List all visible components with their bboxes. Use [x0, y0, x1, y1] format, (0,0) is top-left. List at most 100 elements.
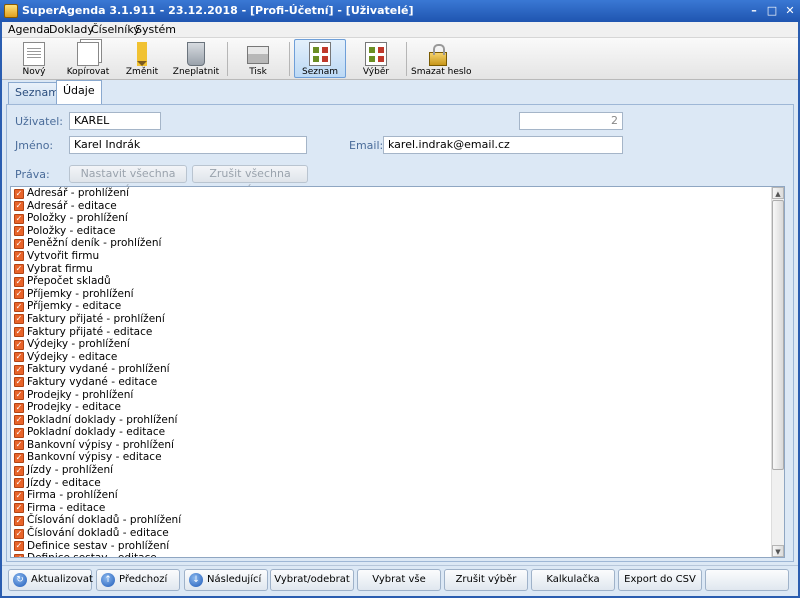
- checkbox-checked-icon[interactable]: ✓: [14, 528, 24, 539]
- rights-list-item[interactable]: ✓ Bankovní výpisy - prohlížení: [11, 439, 770, 452]
- checkbox-checked-icon[interactable]: ✓: [14, 352, 24, 363]
- rights-list-item[interactable]: ✓ Příjemky - editace: [11, 300, 770, 313]
- calculator-button[interactable]: Kalkulačka: [531, 569, 615, 591]
- checkbox-checked-icon[interactable]: ✓: [14, 503, 24, 514]
- checkbox-checked-icon[interactable]: ✓: [14, 364, 24, 375]
- checkbox-checked-icon[interactable]: ✓: [14, 327, 24, 338]
- checkbox-checked-icon[interactable]: ✓: [14, 440, 24, 451]
- rights-list-item[interactable]: ✓Definice sestav - editace: [11, 552, 770, 557]
- tab-details[interactable]: Údaje: [56, 80, 102, 104]
- export-csv-button[interactable]: Export do CSV: [618, 569, 702, 591]
- rights-list-item[interactable]: ✓ Prodejky - prohlížení: [11, 389, 770, 402]
- email-input[interactable]: karel.indrak@email.cz: [383, 136, 623, 154]
- clear-selection-button[interactable]: Zrušit výběr: [444, 569, 528, 591]
- rights-list-item[interactable]: ✓ Faktury vydané - editace: [11, 376, 770, 389]
- checkbox-checked-icon[interactable]: ✓: [14, 390, 24, 400]
- edit-button[interactable]: Změnit: [116, 39, 168, 78]
- checkbox-checked-icon[interactable]: ✓: [14, 264, 24, 275]
- checkbox-checked-icon[interactable]: ✓: [14, 377, 24, 388]
- rights-list-item[interactable]: ✓ Definice sestav - prohlížení: [11, 540, 770, 553]
- user-input[interactable]: KAREL: [69, 112, 161, 130]
- checkbox-checked-icon[interactable]: ✓: [14, 276, 24, 287]
- checkbox-checked-icon[interactable]: ✓: [14, 478, 24, 489]
- rights-list-item[interactable]: ✓ Peněžní deník - prohlížení: [11, 237, 770, 250]
- invalidate-button[interactable]: Zneplatnit: [170, 39, 222, 78]
- checkbox-checked-icon[interactable]: ✓: [14, 515, 24, 526]
- rights-list-item[interactable]: ✓ Položky - editace: [11, 225, 770, 238]
- clear-all-rights-button[interactable]: Zrušit všechna práva: [192, 165, 308, 196]
- checkbox-checked-icon[interactable]: ✓: [14, 238, 24, 249]
- rights-list-item[interactable]: ✓ Bankovní výpisy - editace: [11, 451, 770, 464]
- checkbox-checked-icon[interactable]: ✓: [14, 213, 24, 224]
- rights-list-item[interactable]: ✓ Firma - editace: [11, 502, 770, 515]
- empty-button[interactable]: [705, 569, 789, 591]
- previous-button[interactable]: ↑ Předchozí: [96, 569, 180, 591]
- maximize-icon[interactable]: □: [764, 4, 780, 18]
- menu-agenda[interactable]: Agenda: [8, 23, 50, 36]
- rights-list-item[interactable]: ✓ Jízdy - prohlížení: [11, 464, 770, 477]
- rights-item-label: Definice sestav - prohlížení: [27, 539, 170, 552]
- select-all-button[interactable]: Vybrat vše: [357, 569, 441, 591]
- checkbox-checked-icon[interactable]: ✓: [14, 541, 24, 552]
- checkbox-checked-icon[interactable]: ✓: [14, 289, 24, 300]
- rights-list-item[interactable]: ✓ Výdejky - editace: [11, 351, 770, 364]
- checkbox-checked-icon[interactable]: ✓: [14, 201, 24, 212]
- rights-list-item[interactable]: ✓ Číslování dokladů - editace: [11, 527, 770, 540]
- rights-list-item[interactable]: ✓ Pokladní doklady - editace: [11, 426, 770, 439]
- set-all-rights-button[interactable]: Nastavit všechna práva: [69, 165, 187, 196]
- rights-list-item[interactable]: ✓ Výdejky - prohlížení: [11, 338, 770, 351]
- checkbox-checked-icon[interactable]: ✓: [14, 339, 24, 350]
- checkbox-checked-icon[interactable]: ✓: [14, 188, 24, 199]
- checkbox-checked-icon[interactable]: ✓: [14, 251, 24, 262]
- scroll-thumb[interactable]: [772, 200, 784, 470]
- rights-list-item[interactable]: ✓ Vytvořit firmu: [11, 250, 770, 263]
- checkbox-checked-icon[interactable]: ✓: [14, 490, 24, 501]
- rights-item-label: Pokladní doklady - prohlížení: [27, 413, 178, 426]
- toggle-select-button[interactable]: Vybrat/odebrat: [270, 569, 354, 591]
- checkbox-checked-icon[interactable]: ✓: [14, 452, 24, 463]
- close-icon[interactable]: ✕: [782, 4, 798, 18]
- rights-list-item[interactable]: ✓ Prodejky - editace: [11, 401, 770, 414]
- new-button[interactable]: Nový: [8, 39, 60, 78]
- menu-ciselniky[interactable]: Číselníky: [91, 23, 140, 36]
- checkbox-checked-icon[interactable]: ✓: [14, 301, 24, 312]
- rights-list-item[interactable]: ✓ Vybrat firmu: [11, 263, 770, 276]
- rights-item-label: Pokladní doklady - editace: [27, 426, 166, 439]
- rights-list-item[interactable]: ✓ Pokladní doklady - prohlížení: [11, 414, 770, 427]
- rights-list-item[interactable]: ✓ Faktury přijaté - editace: [11, 326, 770, 339]
- rights-list-item[interactable]: ✓ Adresář - prohlížení: [11, 187, 770, 200]
- vertical-scrollbar[interactable]: ▲ ▼: [771, 187, 784, 557]
- arrow-up-icon: ↑: [101, 573, 115, 587]
- checkbox-checked-icon[interactable]: ✓: [14, 415, 24, 426]
- menu-doklady[interactable]: Doklady: [49, 23, 94, 36]
- rights-list-item[interactable]: ✓ Přepočet skladů: [11, 275, 770, 288]
- list-view-button[interactable]: Seznam: [294, 39, 346, 78]
- menu-system[interactable]: Systém: [135, 23, 176, 36]
- minimize-icon[interactable]: –: [746, 4, 762, 18]
- clear-password-button[interactable]: Smazat heslo: [410, 39, 472, 78]
- print-button[interactable]: Tisk: [232, 39, 284, 78]
- rights-label: Práva:: [15, 168, 50, 181]
- scroll-down-icon[interactable]: ▼: [772, 545, 784, 557]
- checkbox-checked-icon[interactable]: ✓: [14, 465, 24, 476]
- rights-list-item[interactable]: ✓ Faktury přijaté - prohlížení: [11, 313, 770, 326]
- refresh-button[interactable]: ↻ Aktualizovat: [8, 569, 93, 591]
- rights-list-item[interactable]: ✓ Položky - prohlížení: [11, 212, 770, 225]
- rights-list-item[interactable]: ✓ Příjemky - prohlížení: [11, 288, 770, 301]
- rights-list-item[interactable]: ✓ Firma - prohlížení: [11, 489, 770, 502]
- checkbox-checked-icon[interactable]: ✓: [14, 314, 24, 325]
- rights-list-item[interactable]: ✓ Číslování dokladů - prohlížení: [11, 514, 770, 527]
- checkbox-checked-icon[interactable]: ✓: [14, 402, 24, 413]
- checkbox-checked-icon[interactable]: ✓: [14, 427, 24, 438]
- scroll-up-icon[interactable]: ▲: [772, 187, 784, 199]
- name-input[interactable]: Karel Indrák: [69, 136, 307, 154]
- copy-button[interactable]: Kopírovat: [62, 39, 114, 78]
- printer-icon: [247, 46, 269, 64]
- rights-list-item[interactable]: ✓ Jízdy - editace: [11, 477, 770, 490]
- next-button[interactable]: ↓ Následující: [184, 569, 268, 591]
- rights-list-item[interactable]: ✓ Adresář - editace: [11, 200, 770, 213]
- filter-view-button[interactable]: Výběr: [350, 39, 402, 78]
- rights-list-item[interactable]: ✓ Faktury vydané - prohlížení: [11, 363, 770, 376]
- checkbox-checked-icon[interactable]: ✓: [14, 226, 24, 237]
- checkbox-checked-icon[interactable]: ✓: [14, 553, 24, 557]
